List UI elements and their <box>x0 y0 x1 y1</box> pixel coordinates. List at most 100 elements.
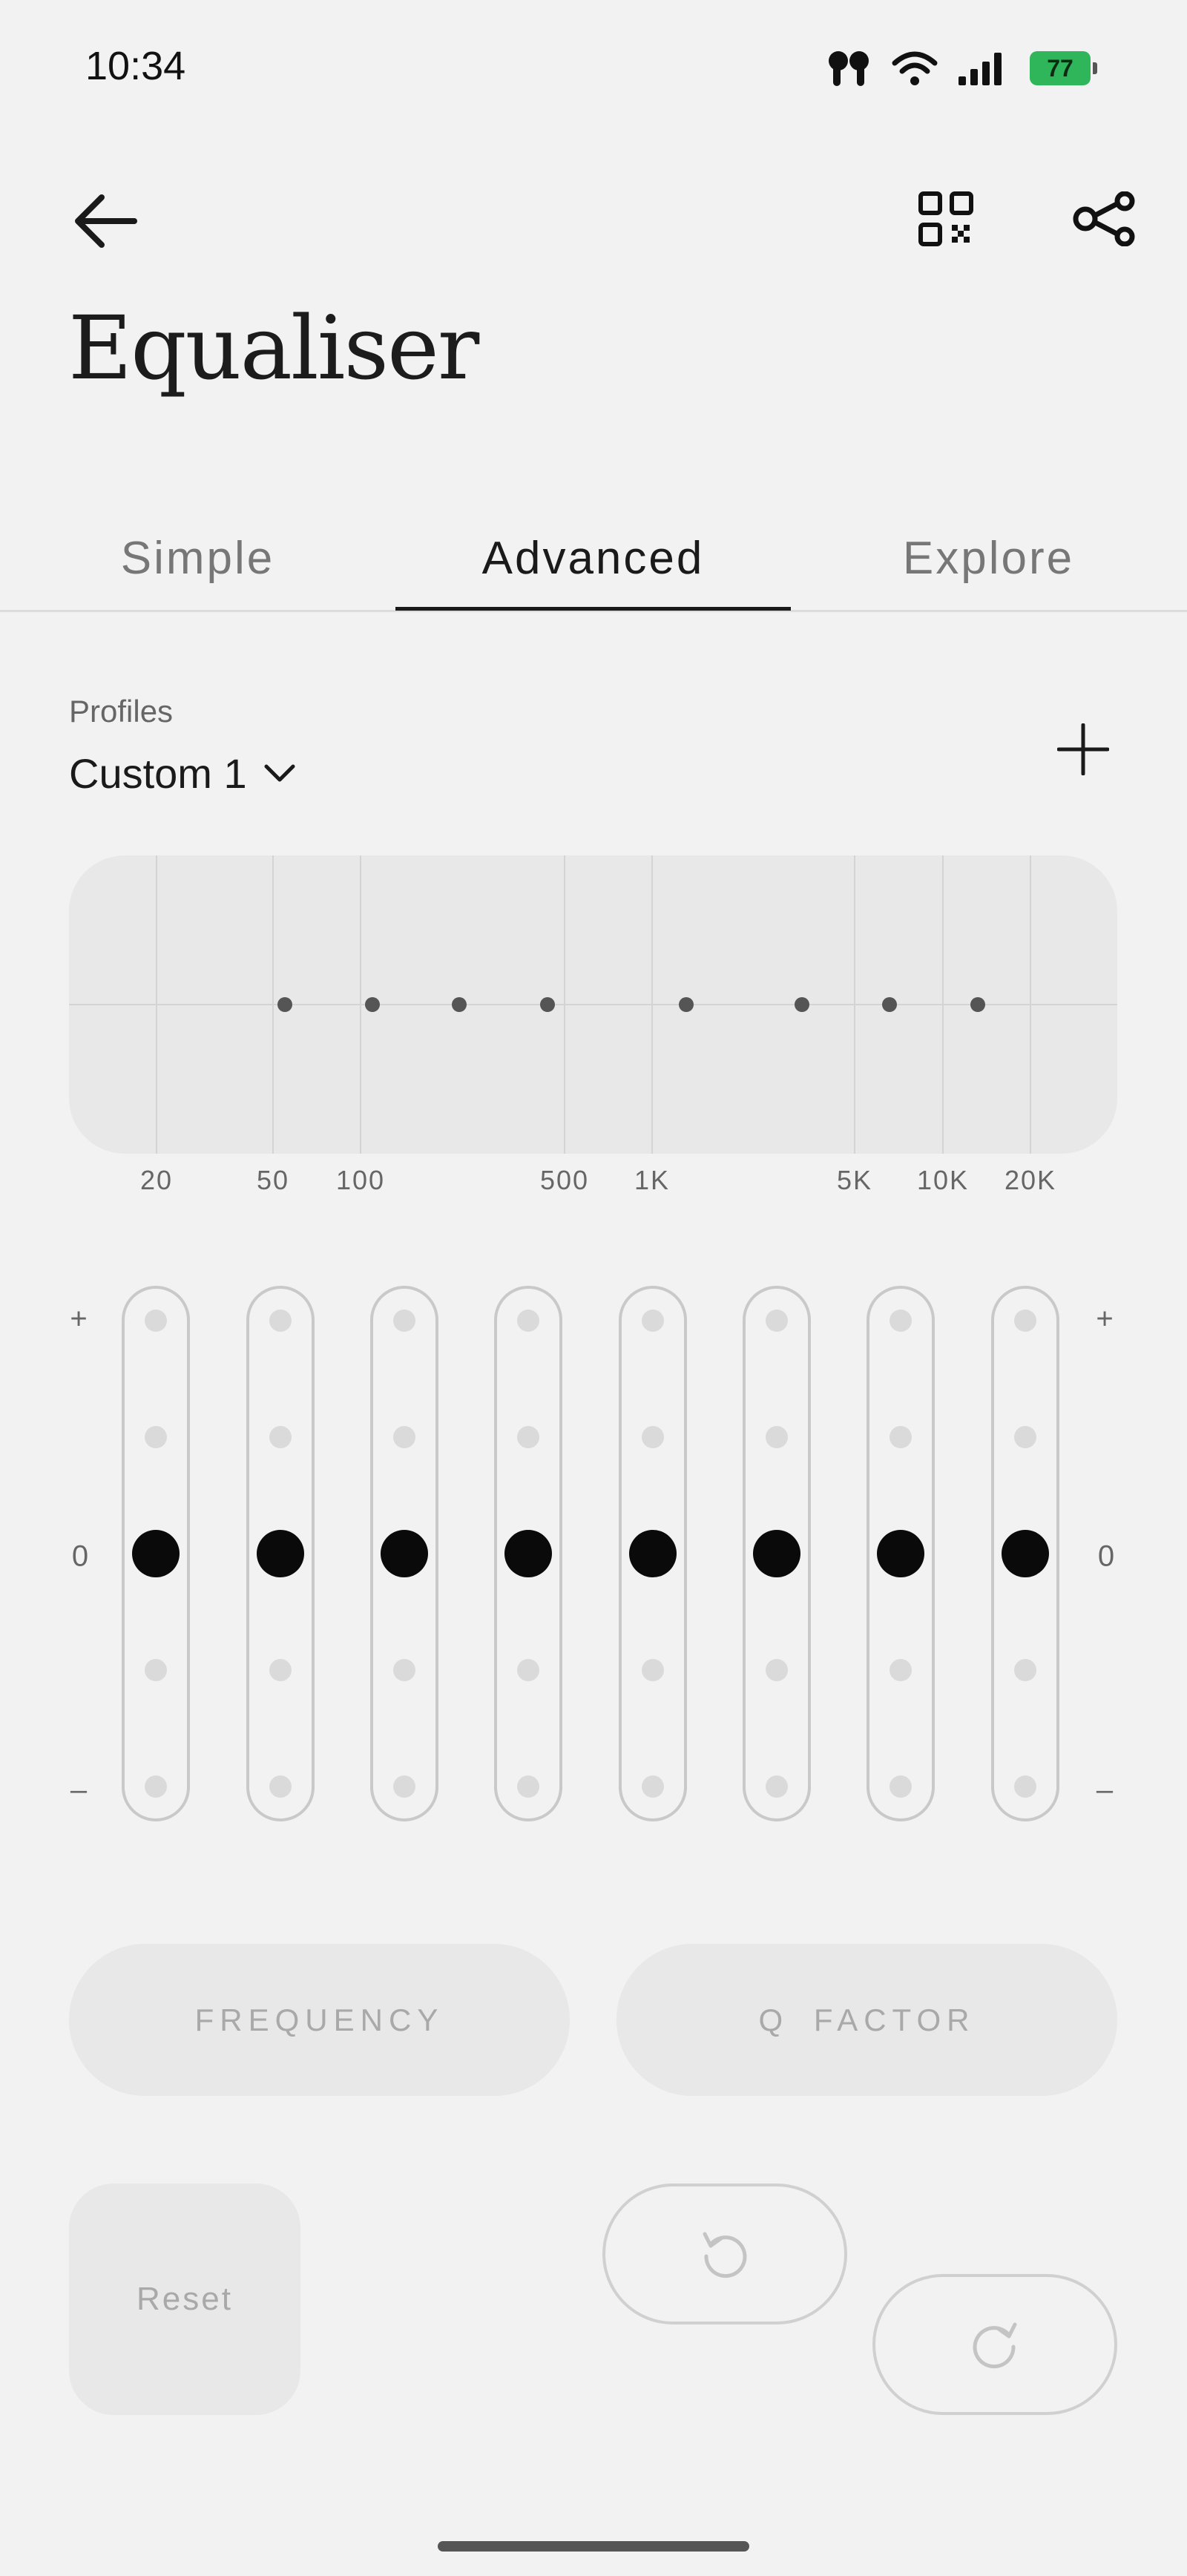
slider-step-dot <box>890 1659 912 1681</box>
redo-icon <box>973 2322 1017 2369</box>
graph-band-point <box>795 997 809 1012</box>
slider-step-dot <box>642 1310 664 1332</box>
slider-step-dot <box>145 1659 167 1681</box>
page-title: Equaliser <box>68 297 479 399</box>
slider-step-dot <box>890 1775 912 1798</box>
slider-step-dot <box>1014 1426 1036 1448</box>
frequency-button[interactable]: FREQUENCY <box>69 1944 570 2096</box>
undo-button[interactable] <box>602 2184 847 2324</box>
redo-button[interactable] <box>872 2274 1117 2415</box>
profiles-label: Profiles <box>69 694 174 729</box>
active-tab-indicator <box>395 607 791 611</box>
slider-step-dot <box>269 1775 292 1798</box>
qr-code-icon <box>918 191 973 246</box>
reset-label: Reset <box>137 2281 233 2317</box>
graph-band-point <box>882 997 897 1012</box>
graph-band-point <box>365 997 380 1012</box>
status-icons: 77 <box>825 46 1097 91</box>
slider-step-dot <box>393 1659 415 1681</box>
battery-level: 77 <box>1047 54 1073 82</box>
tab-explore[interactable]: Explore <box>791 505 1186 612</box>
eq-band-slider[interactable] <box>122 1286 190 1821</box>
graph-x-tick-label: 10K <box>916 1165 970 1195</box>
slider-knob[interactable] <box>381 1530 428 1577</box>
scale-minus-left: – <box>70 1773 88 1807</box>
slider-step-dot <box>517 1426 539 1448</box>
slider-step-dot <box>1014 1775 1036 1798</box>
slider-knob[interactable] <box>257 1530 304 1577</box>
slider-step-dot <box>642 1775 664 1798</box>
slider-step-dot <box>269 1426 292 1448</box>
slider-knob[interactable] <box>504 1530 552 1577</box>
profile-selected-value: Custom 1 <box>69 750 247 797</box>
slider-step-dot <box>145 1310 167 1332</box>
earbuds-icon <box>829 51 869 86</box>
eq-band-slider[interactable] <box>867 1286 935 1821</box>
q-factor-button[interactable]: Q FACTOR <box>616 1944 1117 2096</box>
slider-step-dot <box>517 1310 539 1332</box>
arrow-left-icon <box>74 194 137 248</box>
graph-band-point <box>277 997 292 1012</box>
slider-step-dot <box>766 1426 788 1448</box>
back-button[interactable] <box>67 182 145 260</box>
chevron-down-icon <box>264 764 295 781</box>
eq-curve-graph <box>69 855 1117 1154</box>
tab-advanced[interactable]: Advanced <box>395 505 791 612</box>
slider-step-dot <box>145 1775 167 1798</box>
slider-step-dot <box>393 1310 415 1332</box>
slider-step-dot <box>145 1426 167 1448</box>
graph-x-tick-label: 500 <box>539 1165 590 1195</box>
graph-band-point <box>679 997 694 1012</box>
share-icon <box>1073 191 1135 246</box>
tab-simple[interactable]: Simple <box>0 505 395 612</box>
profile-dropdown[interactable]: Custom 1 <box>69 749 296 798</box>
graph-band-point <box>970 997 985 1012</box>
tab-bar: Simple Advanced Explore <box>0 505 1187 612</box>
slider-step-dot <box>1014 1310 1036 1332</box>
slider-step-dot <box>269 1659 292 1681</box>
slider-step-dot <box>766 1775 788 1798</box>
scale-plus-left: + <box>70 1302 88 1335</box>
eq-band-slider[interactable] <box>370 1286 438 1821</box>
graph-band-point <box>540 997 555 1012</box>
plus-icon <box>1057 723 1109 775</box>
graph-x-tick-label: 5K <box>836 1165 873 1195</box>
home-indicator <box>438 2541 749 2552</box>
eq-band-slider[interactable] <box>743 1286 811 1821</box>
scale-minus-right: – <box>1096 1773 1114 1807</box>
slider-step-dot <box>517 1659 539 1681</box>
slider-step-dot <box>1014 1659 1036 1681</box>
slider-knob[interactable] <box>629 1530 677 1577</box>
slider-step-dot <box>642 1659 664 1681</box>
scale-plus-right: + <box>1096 1302 1114 1335</box>
wifi-icon <box>892 51 938 85</box>
slider-knob[interactable] <box>877 1530 924 1577</box>
slider-step-dot <box>269 1310 292 1332</box>
slider-step-dot <box>890 1426 912 1448</box>
slider-knob[interactable] <box>1002 1530 1049 1577</box>
q-factor-label: Q FACTOR <box>758 2002 976 2037</box>
eq-band-slider[interactable] <box>619 1286 687 1821</box>
qr-code-button[interactable] <box>909 182 983 256</box>
eq-curve-svg <box>69 855 1117 1154</box>
slider-step-dot <box>517 1775 539 1798</box>
slider-knob[interactable] <box>753 1530 800 1577</box>
battery-indicator: 77 <box>1030 51 1097 85</box>
graph-band-point <box>452 997 467 1012</box>
share-button[interactable] <box>1068 182 1142 256</box>
frequency-label: FREQUENCY <box>194 2002 444 2037</box>
slider-knob[interactable] <box>132 1530 180 1577</box>
slider-step-dot <box>393 1775 415 1798</box>
eq-band-slider[interactable] <box>494 1286 562 1821</box>
signal-icon <box>959 53 1002 85</box>
graph-x-tick-label: 1K <box>634 1165 671 1195</box>
slider-step-dot <box>766 1659 788 1681</box>
eq-band-slider[interactable] <box>246 1286 315 1821</box>
slider-step-dot <box>393 1426 415 1448</box>
slider-step-dot <box>890 1310 912 1332</box>
reset-button[interactable]: Reset <box>69 2184 300 2415</box>
undo-icon <box>703 2232 747 2278</box>
eq-band-slider[interactable] <box>991 1286 1059 1821</box>
add-profile-button[interactable] <box>1046 712 1120 786</box>
graph-x-tick-label: 20 <box>139 1165 174 1195</box>
